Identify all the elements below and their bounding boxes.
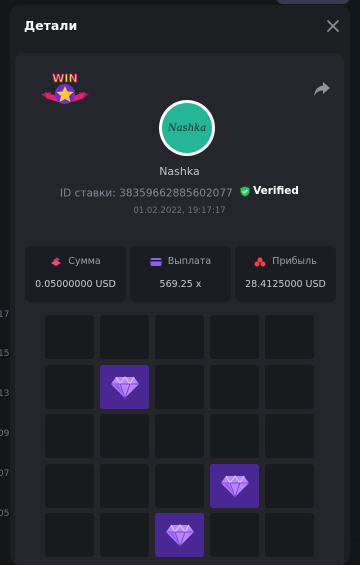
bet-card: WIN Nashka Nashka ID ставки: 38359662885… xyxy=(15,53,344,565)
close-button[interactable] xyxy=(322,15,344,37)
stats-row: Сумма 0.05000000 USD Выплата 569.25 x Пр… xyxy=(25,246,336,302)
verified-badge: Verified xyxy=(240,185,299,197)
grid-cell xyxy=(210,414,259,458)
coins-icon xyxy=(51,257,62,266)
background-side-number: 15 xyxy=(0,349,10,359)
grid-cell xyxy=(100,513,149,557)
bet-id-value: 38359662885602077 xyxy=(119,187,233,200)
grid-cell xyxy=(155,463,204,508)
stat-profit-label: Прибыль xyxy=(272,256,317,267)
grid-cell xyxy=(45,463,94,508)
stat-amount-value: 0.05000000 USD xyxy=(35,279,116,290)
gem-icon xyxy=(110,375,139,399)
background-header-pill xyxy=(276,0,350,4)
modal-header: Детали xyxy=(10,5,350,47)
win-badge-icon: WIN xyxy=(41,72,89,104)
wallet-icon xyxy=(150,257,162,266)
grid-cell xyxy=(45,364,94,409)
grid-cell xyxy=(265,364,314,409)
grid-cell xyxy=(45,513,94,557)
gem-icon xyxy=(220,474,249,498)
grid-cell xyxy=(265,463,314,508)
avatar-logo: Nashka xyxy=(162,103,212,153)
bet-details-modal: Детали WIN Nashka Nashka ID ставки: 3835… xyxy=(10,5,350,565)
bet-id-label: ID ставки: xyxy=(60,187,116,200)
grid-cell xyxy=(210,315,259,359)
shield-check-icon xyxy=(240,186,250,196)
stat-payout: Выплата 569.25 x xyxy=(130,246,231,302)
grid-cell xyxy=(155,414,204,458)
grid-cell xyxy=(100,414,149,458)
stat-payout-label: Выплата xyxy=(167,256,212,267)
grid-cell xyxy=(100,463,149,508)
grid-cell xyxy=(45,414,94,458)
background-side-number: 09 xyxy=(0,429,10,439)
grid-cell xyxy=(265,315,314,359)
grid-cell xyxy=(265,513,314,557)
share-icon xyxy=(314,82,330,96)
grid-cell xyxy=(155,315,204,359)
background-side-number: 13 xyxy=(0,389,10,399)
grid-cell xyxy=(100,315,149,359)
grid-cell-gem xyxy=(155,513,204,557)
win-badge-text: WIN xyxy=(52,72,77,85)
share-button[interactable] xyxy=(312,80,332,98)
username[interactable]: Nashka xyxy=(15,165,344,178)
avatar: Nashka xyxy=(159,100,215,156)
modal-title: Детали xyxy=(24,18,78,33)
grid-cell xyxy=(265,414,314,458)
verified-label: Verified xyxy=(253,185,299,197)
close-icon xyxy=(327,20,339,32)
stat-profit: Прибыль 28.4125000 USD xyxy=(235,246,336,302)
background-side-number: 05 xyxy=(0,509,10,519)
grid-cell xyxy=(210,364,259,409)
grid-cell-gem xyxy=(210,463,259,508)
stat-amount-label: Сумма xyxy=(68,256,101,267)
gem-icon xyxy=(165,524,194,547)
grid-cell-gem xyxy=(100,364,149,409)
background-side-number: 07 xyxy=(0,469,10,479)
background-side-number: 17 xyxy=(0,310,10,320)
grid-cell xyxy=(45,315,94,359)
stat-amount: Сумма 0.05000000 USD xyxy=(25,246,126,302)
stat-profit-value: 28.4125000 USD xyxy=(245,279,326,290)
grid-cell xyxy=(155,364,204,409)
bet-timestamp: 01.02.2022, 19:17:17 xyxy=(133,206,226,216)
stat-payout-value: 569.25 x xyxy=(159,279,202,290)
grid-cell xyxy=(210,513,259,557)
profit-icon xyxy=(254,257,266,266)
bet-id-row: ID ставки: 38359662885602077 Verified xyxy=(15,185,344,200)
